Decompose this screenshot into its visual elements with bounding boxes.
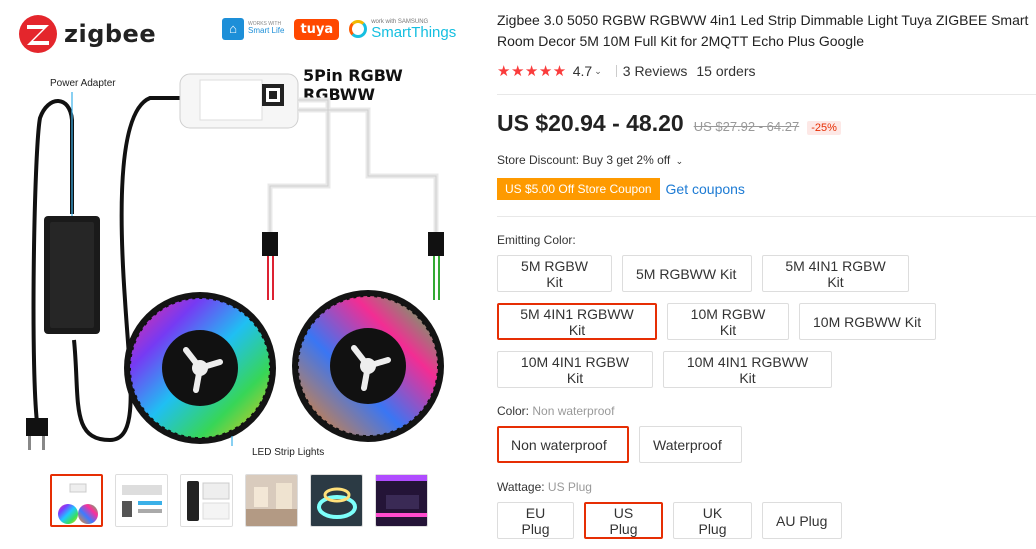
wattage-options: EU Plug US Plug UK Plug AU Plug bbox=[497, 502, 842, 539]
emitting-color-row-2: 5M 4IN1 RGBWW Kit 10M RGBW Kit 10M RGBWW… bbox=[497, 303, 936, 340]
pin-title: 5Pin RGBW RGBWW bbox=[303, 66, 403, 104]
reviews-link[interactable]: 3 Reviews bbox=[623, 63, 688, 79]
coupon-row: US $5.00 Off Store Coupon Get coupons bbox=[497, 178, 745, 200]
get-coupons-link[interactable]: Get coupons bbox=[666, 181, 745, 197]
partner-logos: ⌂ WORKS WITH Smart Life tuya work with S… bbox=[222, 18, 456, 40]
product-title: Zigbee 3.0 5050 RGBW RGBWW 4in1 Led Stri… bbox=[497, 12, 1029, 49]
color-label-text: Color: bbox=[497, 404, 530, 418]
option-non-waterproof[interactable]: Non waterproof bbox=[497, 426, 629, 463]
option-10m-4in1-rgbw-kit[interactable]: 10M 4IN1 RGBW Kit bbox=[497, 351, 653, 388]
smartlife-icon: ⌂ bbox=[222, 18, 244, 40]
separator bbox=[615, 65, 617, 77]
smartthings-text: SmartThings bbox=[371, 23, 457, 41]
main-product-image[interactable]: zigbee ⌂ WORKS WITH Smart Life tuya work… bbox=[0, 0, 468, 460]
thumb-6[interactable] bbox=[375, 474, 428, 527]
thumb-1[interactable] bbox=[50, 474, 103, 527]
option-10m-rgbw-kit[interactable]: 10M RGBW Kit bbox=[667, 303, 789, 340]
emitting-color-row-1: 5M RGBW Kit 5M RGBWW Kit 5M 4IN1 RGBW Ki… bbox=[497, 255, 909, 292]
tuya-badge: tuya bbox=[294, 18, 340, 40]
thumb-2[interactable] bbox=[115, 474, 168, 527]
led-strip-label: LED Strip Lights bbox=[252, 447, 325, 458]
option-waterproof[interactable]: Waterproof bbox=[639, 426, 742, 463]
thumb-3[interactable] bbox=[180, 474, 233, 527]
emitting-color-label: Emitting Color: bbox=[497, 233, 576, 247]
option-5m-rgbw-kit[interactable]: 5M RGBW Kit bbox=[497, 255, 612, 292]
option-5m-4in1-rgbw-kit[interactable]: 5M 4IN1 RGBW Kit bbox=[762, 255, 909, 292]
chevron-down-icon[interactable]: ⌄ bbox=[594, 66, 602, 77]
chevron-down-icon: ⌄ bbox=[675, 156, 684, 166]
original-price: US $27.92 - 64.27 bbox=[693, 119, 800, 134]
option-us-plug[interactable]: US Plug bbox=[584, 502, 663, 539]
color-options: Non waterproof Waterproof bbox=[497, 426, 742, 463]
divider bbox=[497, 216, 1036, 217]
wattage-label: Wattage: US Plug bbox=[497, 480, 592, 494]
wattage-label-text: Wattage: bbox=[497, 480, 545, 494]
store-discount-text: Store Discount: Buy 3 get 2% off bbox=[497, 153, 671, 167]
store-discount[interactable]: Store Discount: Buy 3 get 2% off ⌄ bbox=[497, 153, 683, 167]
option-5m-4in1-rgbww-kit[interactable]: 5M 4IN1 RGBWW Kit bbox=[497, 303, 657, 340]
smartthings-icon bbox=[349, 20, 368, 38]
orders-count: 15 orders bbox=[696, 63, 756, 79]
zigbee-wordmark: zigbee bbox=[64, 20, 157, 48]
option-uk-plug[interactable]: UK Plug bbox=[673, 502, 752, 539]
smartthings-badge: work with SAMSUNG SmartThings bbox=[349, 19, 456, 40]
store-coupon-badge[interactable]: US $5.00 Off Store Coupon bbox=[497, 178, 660, 200]
thumb-5[interactable] bbox=[310, 474, 363, 527]
smartlife-text: Smart Life bbox=[248, 26, 285, 36]
price-row: US $20.94 - 48.20 US $27.92 - 64.27 -25% bbox=[497, 110, 841, 137]
color-selected-value: Non waterproof bbox=[532, 404, 615, 418]
option-10m-4in1-rgbww-kit[interactable]: 10M 4IN1 RGBWW Kit bbox=[663, 351, 832, 388]
rating-row: ★★★★★ 4.7 ⌄ 3 Reviews 15 orders bbox=[497, 62, 756, 80]
discount-badge: -25% bbox=[807, 121, 841, 135]
current-price: US $20.94 - 48.20 bbox=[497, 110, 684, 136]
emitting-color-row-3: 10M 4IN1 RGBW Kit 10M 4IN1 RGBWW Kit bbox=[497, 351, 832, 388]
power-adapter-label: Power Adapter bbox=[50, 78, 116, 89]
color-label: Color: Non waterproof bbox=[497, 404, 614, 418]
product-gallery: zigbee ⌂ WORKS WITH Smart Life tuya work… bbox=[0, 0, 480, 549]
option-eu-plug[interactable]: EU Plug bbox=[497, 502, 574, 539]
zigbee-logo: zigbee bbox=[18, 14, 156, 54]
option-10m-rgbww-kit[interactable]: 10M RGBWW Kit bbox=[799, 303, 936, 340]
divider bbox=[497, 94, 1036, 95]
thumb-4[interactable] bbox=[245, 474, 298, 527]
star-rating-icon: ★★★★★ bbox=[497, 63, 567, 80]
option-5m-rgbww-kit[interactable]: 5M RGBWW Kit bbox=[622, 255, 752, 292]
option-au-plug[interactable]: AU Plug bbox=[762, 502, 842, 539]
rating-value[interactable]: 4.7 bbox=[573, 63, 592, 79]
thumbnail-strip bbox=[50, 474, 428, 527]
zigbee-logo-icon bbox=[19, 15, 57, 53]
wattage-selected-value: US Plug bbox=[547, 480, 592, 494]
smartlife-badge: ⌂ WORKS WITH Smart Life bbox=[222, 18, 284, 40]
